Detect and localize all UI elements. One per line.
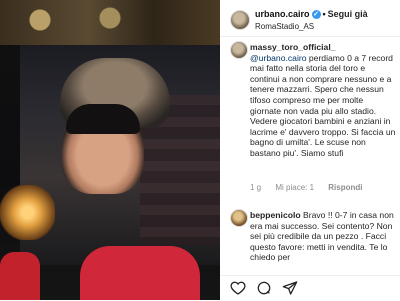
post-location[interactable]: RomaStadio_AS [255,22,314,31]
separator-dot: • [322,9,326,19]
comment-time[interactable]: 1 g [250,183,261,192]
comment-likes[interactable]: Mi piace: 1 [275,183,314,192]
red-seat-left [0,252,40,300]
post-header: urbano.cairo ✓ • Segui già RomaStadio_AS [220,0,400,37]
comment-text: perdiamo 0 a 7 record mai fatto nella st… [250,52,396,158]
comment-meta: 1 g Mi piace: 1 Rispondi [250,183,363,192]
lamp [0,185,55,240]
comments-list[interactable]: massy_toro_official_ @urbano.cairo perdi… [220,37,400,277]
action-bar [220,275,400,301]
person-hair [66,104,140,134]
comment-icon[interactable] [256,280,272,296]
comment-username[interactable]: massy_toro_official_ [250,42,336,52]
comment-mention[interactable]: @urbano.cairo [250,53,307,63]
following-button[interactable]: Segui già [328,9,368,19]
author-username[interactable]: urbano.cairo [255,9,310,19]
share-icon[interactable] [282,280,298,296]
author-avatar[interactable] [230,10,250,30]
commenter-avatar[interactable] [230,209,248,227]
comment-username[interactable]: beppenicolo [250,210,301,220]
comment-1: massy_toro_official_ @urbano.cairo perdi… [250,42,396,159]
commenter-avatar[interactable] [230,41,248,59]
red-seat-right [80,246,200,300]
reply-button[interactable]: Rispondi [328,183,362,192]
post-photo[interactable] [0,0,220,300]
painting-frame [0,0,220,45]
post-side-panel: urbano.cairo ✓ • Segui già RomaStadio_AS ma… [220,0,400,300]
heart-icon[interactable] [230,280,246,296]
comment-2: beppenicolo Bravo !! 0-7 in casa non era… [250,210,396,263]
author-line: urbano.cairo ✓ • Segui già [255,9,368,20]
verified-badge-icon: ✓ [311,10,321,20]
